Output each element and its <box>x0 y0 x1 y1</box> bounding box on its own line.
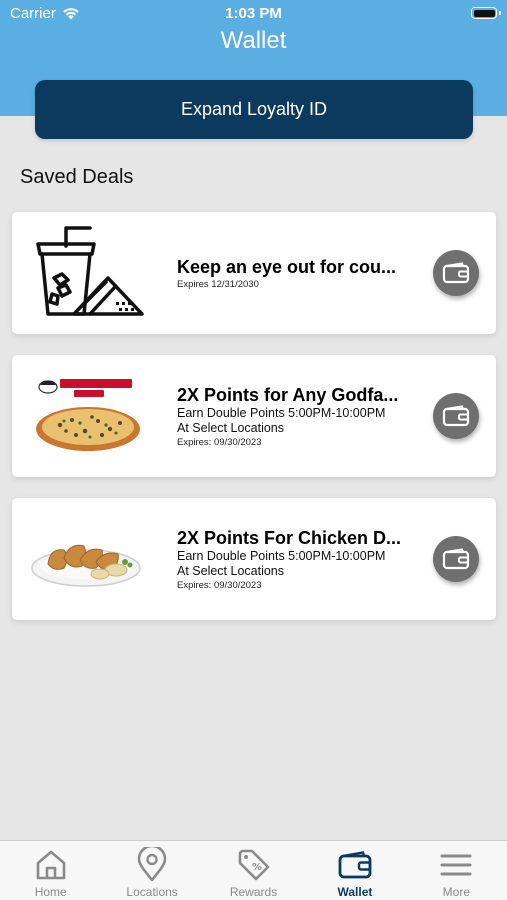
tab-more[interactable]: More <box>406 841 507 900</box>
tab-home[interactable]: Home <box>0 841 101 900</box>
wallet-icon <box>442 405 470 427</box>
add-to-wallet-button[interactable] <box>433 250 479 296</box>
wallet-icon <box>338 851 372 879</box>
tab-bar: Home Locations % Rewards Wallet More <box>0 840 507 900</box>
deal-description-line: Earn Double Points 5:00PM-10:00PM <box>177 548 386 563</box>
deal-card[interactable]: Keep an eye out for cou... Expires 12/31… <box>12 212 496 334</box>
deal-title: Keep an eye out for cou... <box>177 256 397 277</box>
tab-label: Locations <box>126 885 178 899</box>
deal-text: 2X Points For Chicken D... Earn Double P… <box>177 498 412 620</box>
tab-label: Home <box>34 885 67 899</box>
deal-description-line: At Select Locations <box>177 420 285 435</box>
tab-rewards[interactable]: % Rewards <box>203 841 304 900</box>
deal-expiration: Expires 12/31/2030 <box>177 278 259 290</box>
tag-percent-icon: % <box>238 849 269 881</box>
battery-icon <box>471 7 501 19</box>
saved-deals-heading: Saved Deals <box>20 166 134 188</box>
deal-text: 2X Points for Any Godfa... Earn Double P… <box>177 355 412 477</box>
chicken-plate-image <box>30 508 150 608</box>
location-pin-icon <box>137 847 167 882</box>
deal-description-line: Earn Double Points 5:00PM-10:00PM <box>177 405 386 420</box>
expand-loyalty-id-button[interactable]: Expand Loyalty ID <box>35 80 473 139</box>
tab-wallet[interactable]: Wallet <box>304 841 405 900</box>
deal-expiration: Expires: 09/30/2023 <box>177 436 262 448</box>
tab-label: Rewards <box>229 885 278 899</box>
tab-label: Wallet <box>337 885 373 899</box>
tab-locations[interactable]: Locations <box>101 841 202 900</box>
add-to-wallet-button[interactable] <box>433 536 479 582</box>
status-time: 1:03 PM <box>225 5 282 22</box>
deal-expiration: Expires: 09/30/2023 <box>177 579 262 591</box>
drink-and-chips-icon <box>30 222 150 322</box>
godfathers-pizza-image <box>30 365 150 465</box>
menu-icon <box>440 854 472 876</box>
home-icon <box>36 850 66 880</box>
tab-label: More <box>442 885 470 899</box>
wallet-icon <box>442 262 470 284</box>
wallet-icon <box>442 548 470 570</box>
status-bar: Carrier 1:03 PM <box>0 0 507 28</box>
deal-card[interactable]: 2X Points for Any Godfa... Earn Double P… <box>12 355 496 477</box>
add-to-wallet-button[interactable] <box>433 393 479 439</box>
page-title: Wallet <box>220 27 287 54</box>
godfathers-pizza-logo <box>38 379 132 397</box>
deal-description-line: At Select Locations <box>177 563 285 578</box>
deal-text: Keep an eye out for cou... Expires 12/31… <box>177 212 412 334</box>
deal-title: 2X Points for Any Godfa... <box>177 384 399 405</box>
deal-title: 2X Points For Chicken D... <box>177 527 402 548</box>
svg-text:%: % <box>252 862 262 873</box>
deal-card[interactable]: 2X Points For Chicken D... Earn Double P… <box>12 498 496 620</box>
